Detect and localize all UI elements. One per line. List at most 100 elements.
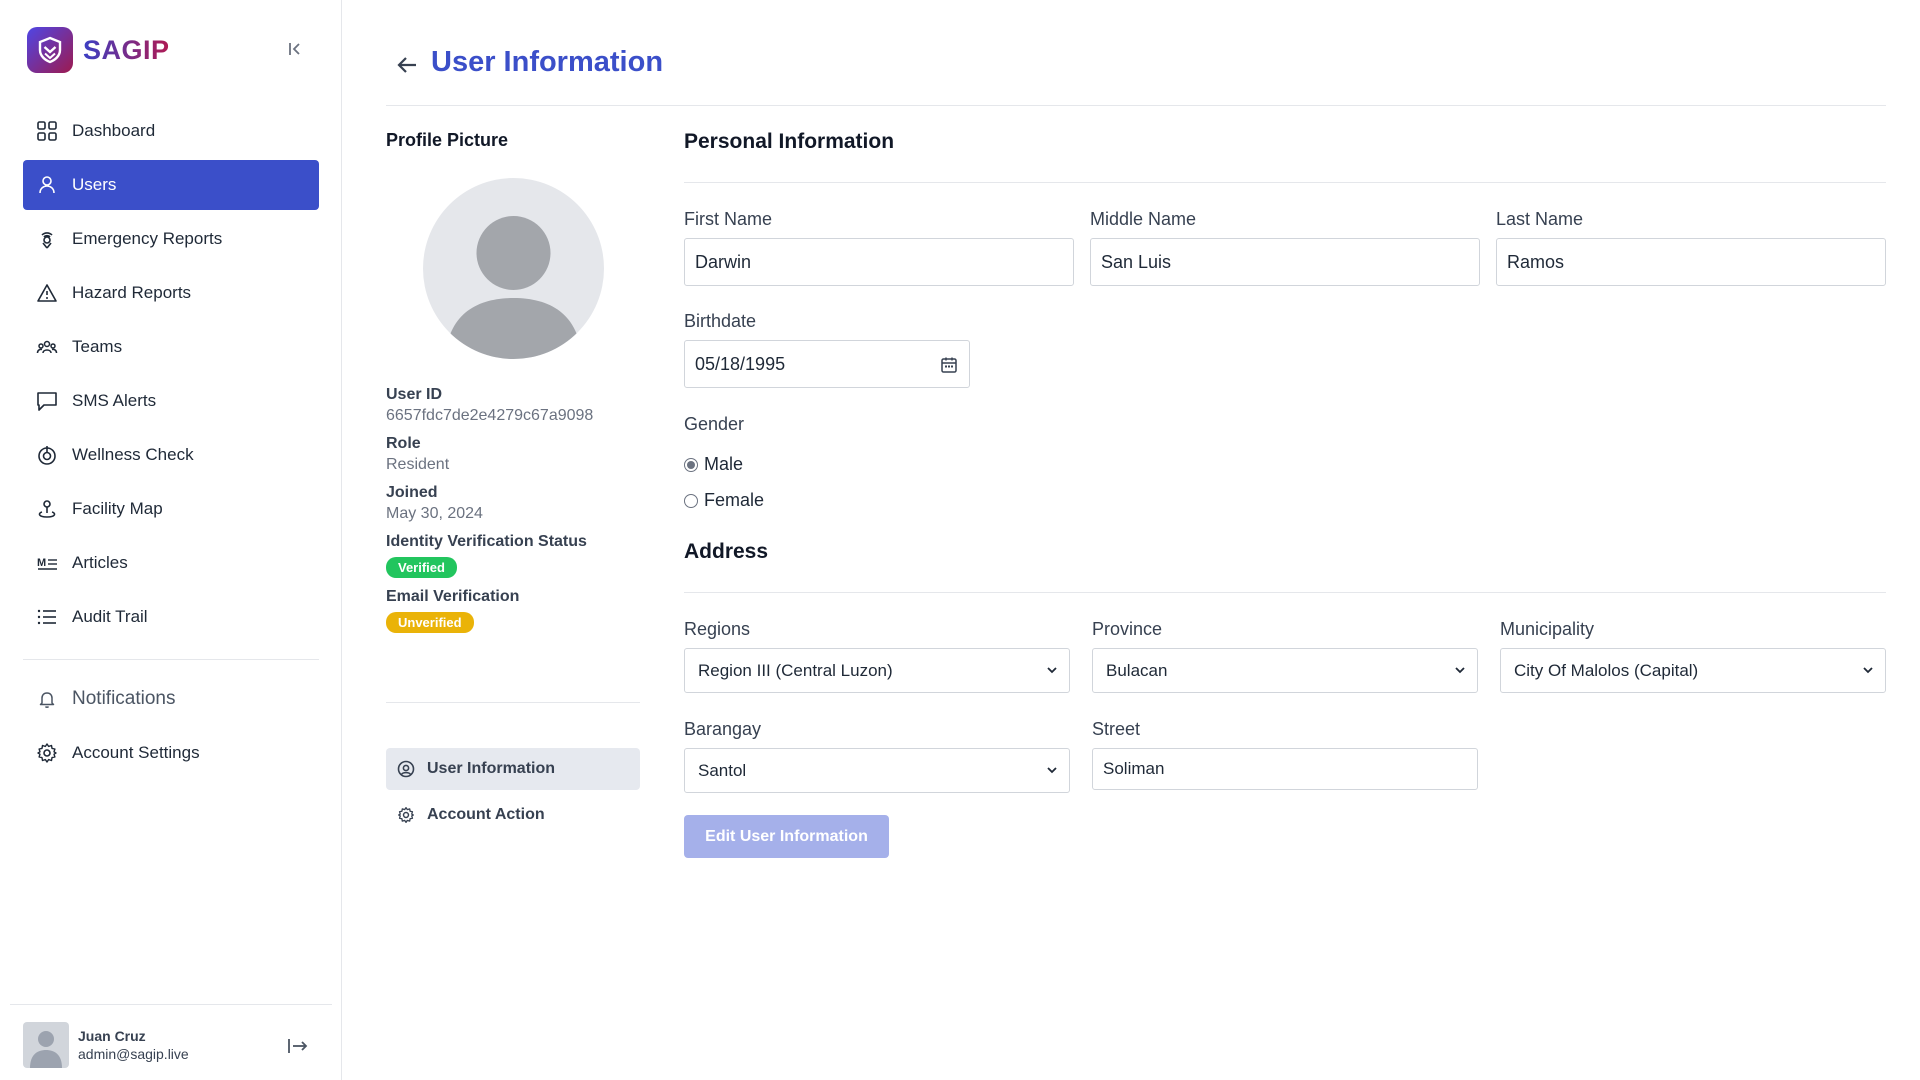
collapse-sidebar-icon[interactable] <box>284 38 306 60</box>
sidebar-item-account-settings[interactable]: Account Settings <box>23 728 319 778</box>
sidebar-item-label: SMS Alerts <box>72 391 157 410</box>
sidebar-item-teams[interactable]: Teams <box>23 322 319 372</box>
street-label: Street <box>1092 719 1141 739</box>
section-divider <box>684 182 1886 183</box>
province-select[interactable]: Bulacan <box>1092 648 1478 693</box>
section-divider <box>684 592 1886 593</box>
sidebar-item-hazard-reports[interactable]: Hazard Reports <box>23 268 319 318</box>
heartbeat-icon <box>36 444 58 466</box>
sidebar-item-label: Wellness Check <box>72 445 194 464</box>
gender-female-radio[interactable]: Female <box>684 490 764 511</box>
province-value: Bulacan <box>1106 660 1168 680</box>
gear-icon <box>396 805 416 825</box>
sidebar-item-label: Facility Map <box>72 499 163 518</box>
sidebar-item-label: Articles <box>72 553 128 572</box>
sidebar-item-label: Hazard Reports <box>72 283 192 302</box>
user-id-label: User ID <box>386 386 443 403</box>
page-header: User Information <box>386 40 1886 106</box>
chevron-down-icon <box>1045 663 1059 677</box>
gender-male-radio[interactable]: Male <box>684 454 743 475</box>
edit-user-information-button[interactable]: Edit User Information <box>684 815 889 858</box>
user-circle-icon <box>396 759 416 779</box>
province-label: Province <box>1092 619 1163 639</box>
sidebar-item-users[interactable]: Users <box>23 160 319 210</box>
radio-button <box>684 457 698 472</box>
sidebar-nav: Dashboard Users Emergency Reports Hazard… <box>23 106 319 646</box>
middle-name-field[interactable]: San Luis <box>1090 238 1480 286</box>
sidebar-item-label: Notifications <box>72 688 176 709</box>
municipality-label: Municipality <box>1500 619 1595 639</box>
list-icon <box>36 606 58 628</box>
sidebar-item-dashboard[interactable]: Dashboard <box>23 106 319 156</box>
sidebar-item-label: Users <box>72 175 117 194</box>
sidebar-item-sms-alerts[interactable]: SMS Alerts <box>23 376 319 426</box>
sidebar-item-emergency-reports[interactable]: Emergency Reports <box>23 214 319 264</box>
markdown-icon: M <box>36 552 58 574</box>
map-pin-icon <box>36 498 58 520</box>
gender-label: Gender <box>684 414 745 434</box>
email-verification-label: Email Verification <box>386 588 520 605</box>
logout-icon[interactable] <box>286 1035 310 1057</box>
calendar-icon[interactable] <box>940 356 958 374</box>
sidebar-item-articles[interactable]: M Articles <box>23 538 319 588</box>
back-arrow-icon[interactable] <box>394 52 420 78</box>
last-name-field[interactable]: Ramos <box>1496 238 1886 286</box>
avatar[interactable] <box>23 1022 69 1068</box>
sidebar-secondary-nav: Notifications Account Settings <box>23 674 319 782</box>
sidebar: SAGIP Dashboard Users Emergency Reports … <box>0 0 342 1080</box>
tab-label: User Information <box>427 760 556 777</box>
birthdate-label: Birthdate <box>684 311 757 331</box>
svg-text:M: M <box>37 557 46 569</box>
regions-value: Region III (Central Luzon) <box>698 660 893 680</box>
first-name-field[interactable]: Darwin <box>684 238 1074 286</box>
regions-select[interactable]: Region III (Central Luzon) <box>684 648 1070 693</box>
sidebar-item-label: Emergency Reports <box>72 229 223 248</box>
first-name-label: First Name <box>684 209 773 229</box>
sidebar-item-label: Audit Trail <box>72 607 148 626</box>
tab-user-information[interactable]: User Information <box>386 748 640 790</box>
role-label: Role <box>386 435 421 452</box>
team-icon <box>36 336 58 358</box>
chevron-down-icon <box>1453 663 1467 677</box>
warning-triangle-icon <box>36 282 58 304</box>
street-field[interactable]: Soliman <box>1092 748 1478 790</box>
sidebar-item-notifications[interactable]: Notifications <box>23 674 319 724</box>
personal-info-heading: Personal Information <box>684 130 895 153</box>
tab-account-action[interactable]: Account Action <box>386 794 640 836</box>
gender-option-label: Female <box>704 490 765 510</box>
profile-divider <box>386 702 640 703</box>
chat-bubble-icon <box>36 390 58 412</box>
user-icon <box>36 174 58 196</box>
identity-verification-label: Identity Verification Status <box>386 533 587 550</box>
sidebar-divider <box>23 659 319 660</box>
last-name-label: Last Name <box>1496 209 1584 229</box>
profile-picture <box>423 178 604 359</box>
joined-value: May 30, 2024 <box>386 505 483 522</box>
municipality-select[interactable]: City Of Malolos (Capital) <box>1500 648 1886 693</box>
radio-button <box>684 493 698 508</box>
barangay-value: Santol <box>698 760 747 780</box>
brand[interactable]: SAGIP <box>27 27 170 73</box>
profile-panel: Profile Picture User ID 6657fdc7de2e4279… <box>386 130 640 824</box>
brand-name: SAGIP <box>83 34 170 65</box>
sidebar-item-wellness-check[interactable]: Wellness Check <box>23 430 319 480</box>
bell-icon <box>36 688 58 710</box>
birthdate-field[interactable]: 05/18/1995 <box>684 340 970 388</box>
birthdate-value: 05/18/1995 <box>695 353 786 374</box>
sidebar-item-audit-trail[interactable]: Audit Trail <box>23 592 319 642</box>
middle-name-label: Middle Name <box>1090 209 1197 229</box>
barangay-select[interactable]: Santol <box>684 748 1070 793</box>
gender-option-label: Male <box>704 454 744 474</box>
joined-label: Joined <box>386 484 438 501</box>
identity-status-badge: Verified <box>386 557 457 578</box>
user-email: admin@sagip.live <box>78 1046 189 1062</box>
regions-label: Regions <box>684 619 751 639</box>
sidebar-item-facility-map[interactable]: Facility Map <box>23 484 319 534</box>
sidebar-item-label: Account Settings <box>72 743 200 762</box>
chevron-down-icon <box>1045 763 1059 777</box>
profile-picture-label: Profile Picture <box>386 130 509 150</box>
profile-tabs: User Information Account Action <box>386 748 640 840</box>
profile-info: User ID 6657fdc7de2e4279c67a9098 Role Re… <box>386 382 640 633</box>
grid-icon <box>36 120 58 142</box>
sidebar-item-label: Dashboard <box>72 121 156 140</box>
